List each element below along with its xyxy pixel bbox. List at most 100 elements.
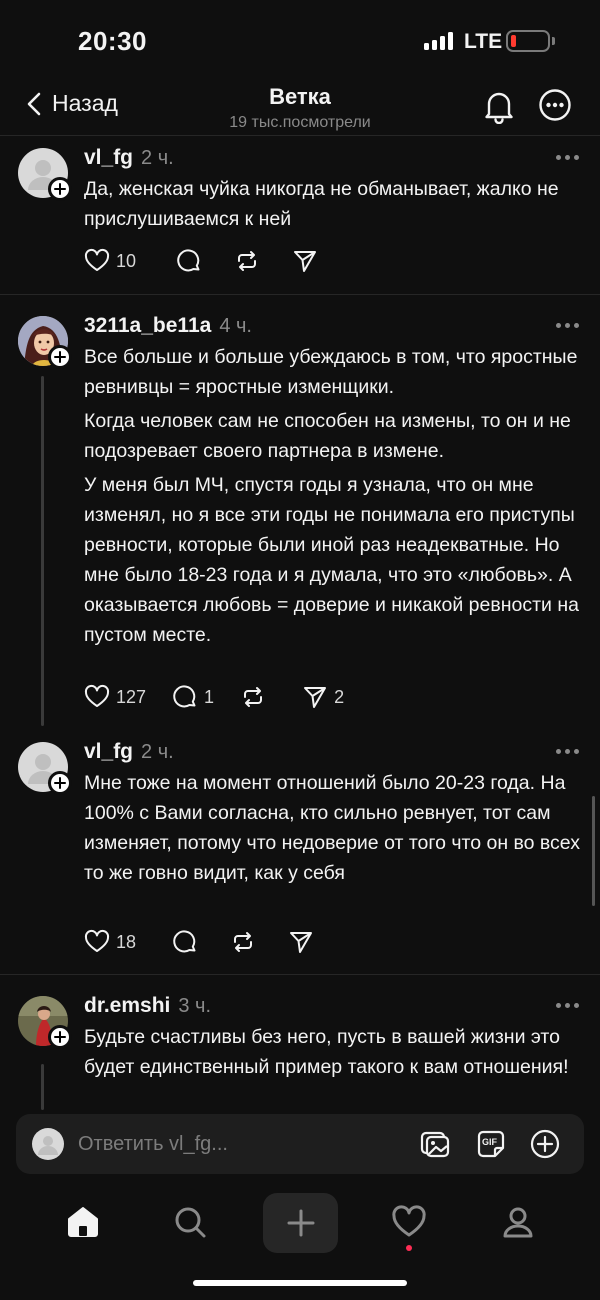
thread-header: Назад Ветка 19 тыс.посмотрели (0, 80, 600, 136)
home-icon (68, 1207, 98, 1237)
follow-button[interactable] (48, 177, 72, 201)
post-time: 2 ч. (141, 147, 174, 169)
share-button[interactable] (292, 246, 318, 276)
svg-text:GIF: GIF (482, 1137, 498, 1147)
attach-image-button[interactable] (418, 1127, 452, 1161)
attach-gif-button[interactable]: GIF (474, 1127, 508, 1161)
thread-post: vl_fg 2 ч. Да, женская чуйка никогда не о… (0, 136, 600, 296)
post-paragraph: Будьте счастливы без него, пусть в вашей… (84, 1026, 569, 1078)
post-paragraph: Да, женская чуйка никогда не обманывает,… (84, 178, 559, 230)
profile-icon (503, 1207, 533, 1238)
repost-button[interactable] (234, 246, 260, 276)
plus-circle-icon (530, 1129, 560, 1159)
post-text: Да, женская чуйка никогда не обманывает,… (84, 174, 584, 234)
nav-activity[interactable] (379, 1194, 439, 1250)
follow-button[interactable] (48, 1025, 72, 1049)
like-button[interactable]: 127 (84, 682, 146, 712)
username[interactable]: dr.emshi (84, 994, 170, 1017)
share-button[interactable] (288, 927, 314, 957)
heart-icon (84, 929, 110, 952)
repost-button[interactable] (240, 682, 266, 712)
comment-icon (173, 685, 196, 708)
nav-create-post[interactable] (263, 1193, 338, 1253)
signal-icon (424, 32, 454, 50)
post-options-button[interactable] (556, 322, 580, 330)
thread-post: dr.emshi 3 ч. Будьте счастливы без него, … (0, 976, 600, 1110)
post-author[interactable]: vl_fg 2 ч. (84, 146, 174, 170)
my-avatar (32, 1128, 64, 1160)
comment-count: 1 (204, 686, 215, 707)
thread-options-button[interactable] (538, 88, 572, 122)
username[interactable]: 3211a_be11a (84, 314, 211, 337)
post-author[interactable]: dr.emshi 3 ч. (84, 994, 211, 1018)
plus-icon (287, 1209, 314, 1237)
nav-search[interactable] (160, 1194, 220, 1250)
like-count: 18 (116, 931, 137, 952)
repost-icon (244, 687, 263, 707)
thread-connector-line (41, 376, 44, 726)
post-time: 4 ч. (219, 315, 252, 337)
like-count: 127 (116, 686, 147, 707)
notifications-button[interactable] (482, 88, 516, 125)
post-text: Мне тоже на момент отношений было 20-23 … (84, 768, 584, 888)
post-time: 2 ч. (141, 741, 174, 763)
post-paragraph: Когда человек сам не способен на измены,… (84, 410, 571, 462)
status-time: 20:30 (78, 26, 147, 56)
post-options-button[interactable] (556, 748, 580, 756)
post-text: Все больше и больше убеждаюсь в том, что… (84, 342, 584, 650)
plus-icon (54, 183, 66, 195)
nav-home[interactable] (53, 1194, 113, 1250)
post-actions: 10 (84, 246, 340, 276)
post-paragraph: Мне тоже на момент отношений было 20-23 … (84, 772, 580, 884)
post-paragraph: У меня был МЧ, спустя годы я узнала, что… (84, 474, 579, 646)
bell-icon (485, 92, 513, 125)
post-divider (0, 974, 600, 975)
repost-icon (234, 932, 253, 952)
home-indicator[interactable] (193, 1280, 407, 1286)
post-options-button[interactable] (556, 154, 580, 162)
username[interactable]: vl_fg (84, 740, 133, 763)
send-icon (290, 932, 313, 953)
plus-icon (54, 777, 66, 789)
plus-icon (54, 351, 66, 363)
post-time: 3 ч. (178, 995, 212, 1017)
thread-connector-line (41, 1064, 44, 1110)
comment-button[interactable] (176, 246, 202, 276)
search-icon (175, 1207, 206, 1238)
scroll-indicator[interactable] (592, 796, 595, 906)
post-author[interactable]: vl_fg 2 ч. (84, 740, 174, 764)
post-options-button[interactable] (556, 1002, 580, 1010)
share-button[interactable]: 2 (302, 682, 344, 712)
follow-button[interactable] (48, 771, 72, 795)
follow-button[interactable] (48, 345, 72, 369)
repost-button[interactable] (230, 927, 256, 957)
share-count: 2 (334, 686, 345, 707)
post-actions: 18 (84, 927, 336, 957)
add-attachment-button[interactable] (528, 1127, 562, 1161)
send-icon (294, 251, 317, 272)
like-button[interactable]: 10 (84, 246, 136, 276)
nav-profile[interactable] (488, 1194, 548, 1250)
heart-icon (392, 1205, 426, 1237)
like-count: 10 (116, 250, 137, 271)
comment-button[interactable]: 1 (172, 682, 214, 712)
repost-icon (238, 251, 257, 271)
more-circle-icon (539, 89, 571, 121)
post-author[interactable]: 3211a_be11a 4 ч. (84, 314, 252, 338)
post-paragraph: Все больше и больше убеждаюсь в том, что… (84, 346, 578, 398)
battery-cap (552, 37, 555, 45)
comment-button[interactable] (172, 927, 198, 957)
battery-icon (506, 30, 550, 52)
username[interactable]: vl_fg (84, 146, 133, 169)
heart-icon (84, 248, 110, 271)
image-icon (420, 1131, 450, 1158)
like-button[interactable]: 18 (84, 927, 136, 957)
plus-icon (54, 1031, 66, 1043)
comment-icon (177, 249, 200, 272)
comment-icon (173, 930, 196, 953)
post-actions: 127 1 2 (84, 682, 366, 712)
status-bar: 20:30 LTE (0, 0, 600, 80)
reply-input[interactable] (78, 1128, 398, 1160)
thread-post: 3211a_be11a 4 ч. Все больше и больше убеж… (0, 296, 600, 736)
post-divider (0, 294, 600, 295)
